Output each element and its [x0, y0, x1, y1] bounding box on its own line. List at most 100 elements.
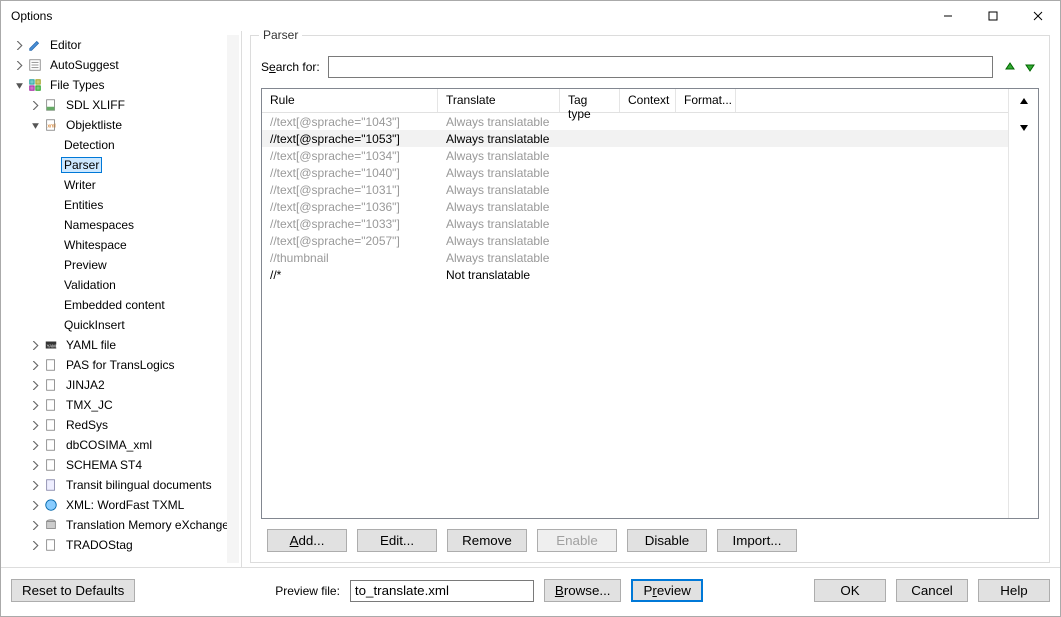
table-row[interactable]: //*Not translatable: [262, 266, 1008, 283]
tree-item-entities[interactable]: Entities: [5, 195, 241, 215]
expand-icon[interactable]: [29, 379, 41, 391]
move-up-button[interactable]: [1001, 58, 1019, 76]
reset-button[interactable]: Reset to Defaults: [11, 579, 135, 602]
tree-item-tradostag[interactable]: TRADOStag: [5, 535, 241, 555]
tree-item-editor[interactable]: Editor: [5, 35, 241, 55]
table-row[interactable]: //thumbnailAlways translatable: [262, 249, 1008, 266]
expand-icon[interactable]: [29, 99, 41, 111]
expand-icon[interactable]: [29, 499, 41, 511]
enable-button: Enable: [537, 529, 617, 552]
minimize-button[interactable]: [925, 2, 970, 30]
expand-icon[interactable]: [29, 479, 41, 491]
table-row[interactable]: //text[@sprache="1031"]Always translatab…: [262, 181, 1008, 198]
tree-scrollbar[interactable]: [227, 35, 239, 563]
row-up-button[interactable]: [1017, 95, 1031, 112]
import-button[interactable]: Import...: [717, 529, 797, 552]
tree-item-wordfast[interactable]: XML: WordFast TXML: [5, 495, 241, 515]
navigation-tree[interactable]: Editor AutoSuggest File Types SDL XLIFF …: [1, 31, 242, 567]
expand-icon[interactable]: [29, 459, 41, 471]
cell-rule: //text[@sprache="1031"]: [262, 183, 438, 197]
file-icon: [43, 457, 59, 473]
row-down-button[interactable]: [1017, 120, 1031, 137]
file-icon: [43, 97, 59, 113]
cell-rule: //text[@sprache="1040"]: [262, 166, 438, 180]
cell-translate: Not translatable: [438, 268, 560, 282]
col-rule[interactable]: Rule: [262, 89, 438, 112]
table-row[interactable]: //text[@sprache="1033"]Always translatab…: [262, 215, 1008, 232]
tree-item-transit[interactable]: Transit bilingual documents: [5, 475, 241, 495]
tree-item-whitespace[interactable]: Whitespace: [5, 235, 241, 255]
file-icon: [43, 357, 59, 373]
table-row[interactable]: //text[@sprache="1040"]Always translatab…: [262, 164, 1008, 181]
search-label: Search for:: [261, 60, 320, 74]
preview-file-input[interactable]: [350, 580, 534, 602]
tree-item-detection[interactable]: Detection: [5, 135, 241, 155]
cell-translate: Always translatable: [438, 166, 560, 180]
preview-button[interactable]: Preview: [631, 579, 702, 602]
remove-button[interactable]: Remove: [447, 529, 527, 552]
group-title: Parser: [259, 28, 302, 42]
expand-icon[interactable]: [29, 359, 41, 371]
edit-button[interactable]: Edit...: [357, 529, 437, 552]
col-translate[interactable]: Translate: [438, 89, 560, 112]
tree-item-preview[interactable]: Preview: [5, 255, 241, 275]
add-button[interactable]: Add...: [267, 529, 347, 552]
move-down-button[interactable]: [1021, 58, 1039, 76]
col-context[interactable]: Context: [620, 89, 676, 112]
ok-button[interactable]: OK: [814, 579, 886, 602]
tree-item-namespaces[interactable]: Namespaces: [5, 215, 241, 235]
tree-item-filetypes[interactable]: File Types: [5, 75, 241, 95]
tree-item-embedded[interactable]: Embedded content: [5, 295, 241, 315]
tree-item-parser[interactable]: Parser: [5, 155, 241, 175]
table-row[interactable]: //text[@sprache="1053"]Always translatab…: [262, 130, 1008, 147]
tree-item-redsys[interactable]: RedSys: [5, 415, 241, 435]
table-row[interactable]: //text[@sprache="1036"]Always translatab…: [262, 198, 1008, 215]
tree-item-objektliste[interactable]: xml Objektliste: [5, 115, 241, 135]
globe-icon: [43, 497, 59, 513]
expand-icon[interactable]: [29, 339, 41, 351]
cell-rule: //text[@sprache="1033"]: [262, 217, 438, 231]
tree-item-tmexchange[interactable]: Translation Memory eXchange: [5, 515, 241, 535]
expand-icon[interactable]: [29, 399, 41, 411]
col-format[interactable]: Format...: [676, 89, 736, 112]
table-row[interactable]: //text[@sprache="2057"]Always translatab…: [262, 232, 1008, 249]
help-button[interactable]: Help: [978, 579, 1050, 602]
tree-item-schema[interactable]: SCHEMA ST4: [5, 455, 241, 475]
tree-item-tmxjc[interactable]: TMX_JC: [5, 395, 241, 415]
search-input[interactable]: [328, 56, 993, 78]
tree-item-yaml[interactable]: YAMLYAML file: [5, 335, 241, 355]
preview-file-label: Preview file:: [275, 584, 340, 598]
cancel-button[interactable]: Cancel: [896, 579, 968, 602]
pencil-icon: [27, 37, 43, 53]
cell-rule: //*: [262, 268, 438, 282]
col-tagtype[interactable]: Tag type: [560, 89, 620, 112]
cell-rule: //text[@sprache="1043"]: [262, 115, 438, 129]
tree-item-sdlxliff[interactable]: SDL XLIFF: [5, 95, 241, 115]
table-row[interactable]: //text[@sprache="1043"]Always translatab…: [262, 113, 1008, 130]
expand-icon[interactable]: [29, 439, 41, 451]
tree-item-writer[interactable]: Writer: [5, 175, 241, 195]
browse-button[interactable]: Browse...: [544, 579, 622, 602]
cell-translate: Always translatable: [438, 251, 560, 265]
table-row[interactable]: //text[@sprache="1034"]Always translatab…: [262, 147, 1008, 164]
tree-item-dbcosima[interactable]: dbCOSIMA_xml: [5, 435, 241, 455]
expand-icon[interactable]: [13, 39, 25, 51]
maximize-button[interactable]: [970, 2, 1015, 30]
tree-item-jinja[interactable]: JINJA2: [5, 375, 241, 395]
expand-icon[interactable]: [29, 519, 41, 531]
rules-table[interactable]: Rule Translate Tag type Context Format..…: [262, 89, 1008, 518]
tree-item-quickinsert[interactable]: QuickInsert: [5, 315, 241, 335]
tree-item-autosuggest[interactable]: AutoSuggest: [5, 55, 241, 75]
collapse-icon[interactable]: [13, 79, 25, 91]
expand-icon[interactable]: [29, 539, 41, 551]
expand-icon[interactable]: [13, 59, 25, 71]
collapse-icon[interactable]: [29, 119, 41, 131]
tree-item-validation[interactable]: Validation: [5, 275, 241, 295]
disable-button[interactable]: Disable: [627, 529, 707, 552]
close-button[interactable]: [1015, 2, 1060, 30]
expand-icon[interactable]: [29, 419, 41, 431]
yaml-icon: YAML: [43, 337, 59, 353]
xml-icon: xml: [43, 117, 59, 133]
table-header: Rule Translate Tag type Context Format..…: [262, 89, 1008, 113]
tree-item-pas[interactable]: PAS for TransLogics: [5, 355, 241, 375]
